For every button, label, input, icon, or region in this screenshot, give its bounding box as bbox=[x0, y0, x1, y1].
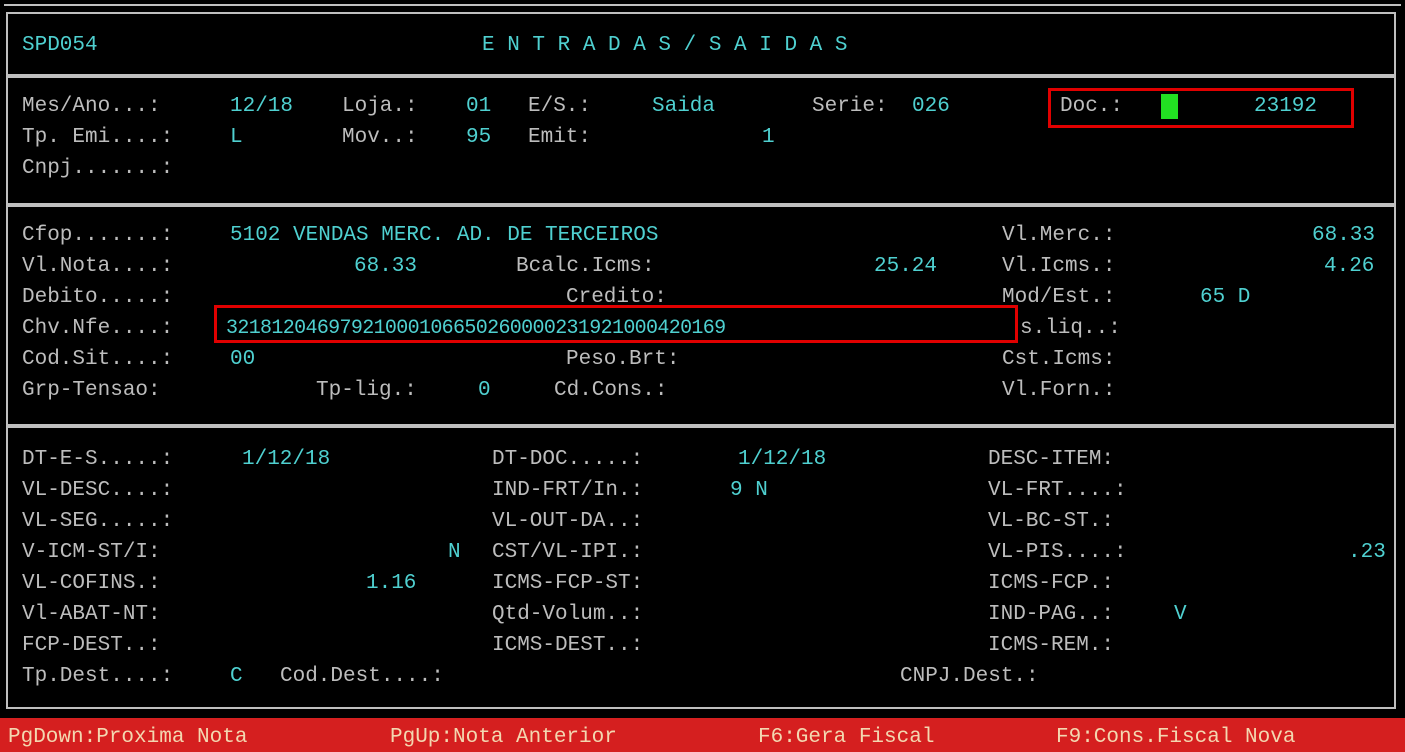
vl-merc-field[interactable]: 68.33 bbox=[1312, 220, 1375, 251]
vl-desc-label: VL-DESC....: bbox=[22, 479, 174, 502]
program-id: SPD054 bbox=[22, 34, 98, 57]
emit-label: Emit: bbox=[528, 126, 592, 149]
vl-pis-label: VL-PIS....: bbox=[988, 541, 1127, 564]
screen-title: E N T R A D A S / S A I D A S bbox=[482, 34, 848, 57]
mes-ano-field[interactable]: 12/18 bbox=[230, 91, 293, 122]
cnpj-label: Cnpj.......: bbox=[22, 157, 174, 180]
cod-dest-label: Cod.Dest....: bbox=[280, 665, 444, 688]
top-border bbox=[4, 4, 1401, 6]
serie-field[interactable]: 026 bbox=[912, 91, 950, 122]
debito-label: Debito.....: bbox=[22, 286, 174, 309]
icms-fcp-st-label: ICMS-FCP-ST: bbox=[492, 572, 644, 595]
cod-sit-label: Cod.Sit....: bbox=[22, 348, 174, 371]
mod-est-field[interactable]: 65 D bbox=[1200, 282, 1250, 313]
mod-est-label: Mod/Est.: bbox=[1002, 286, 1116, 309]
dt-doc-field[interactable]: 1/12/18 bbox=[738, 444, 826, 475]
cfop-field[interactable]: 5102 VENDAS MERC. AD. DE TERCEIROS bbox=[230, 220, 658, 251]
pgdown-next-note-key[interactable]: PgDown:Proxima Nota bbox=[8, 724, 247, 752]
dt-es-label: DT-E-S.....: bbox=[22, 448, 174, 471]
chv-nfe-highlight-box bbox=[214, 305, 1018, 343]
serie-label: Serie: bbox=[812, 95, 888, 118]
vl-icms-label: Vl.Icms.: bbox=[1002, 255, 1116, 278]
emit-field[interactable]: 1 bbox=[762, 122, 775, 153]
tp-dest-field[interactable]: C bbox=[230, 661, 243, 692]
doc-highlight-box bbox=[1048, 88, 1354, 128]
es-label: E/S.: bbox=[528, 95, 592, 118]
loja-field[interactable]: 01 bbox=[466, 91, 491, 122]
function-key-bar: PgDown:Proxima Nota PgUp:Nota Anterior F… bbox=[0, 718, 1405, 752]
v-icm-st-label: V-ICM-ST/I: bbox=[22, 541, 161, 564]
fcp-dest-label: FCP-DEST..: bbox=[22, 634, 161, 657]
vl-cofins-label: VL-COFINS.: bbox=[22, 572, 161, 595]
es-field[interactable]: Saida bbox=[652, 91, 715, 122]
vl-icms-field[interactable]: 4.26 bbox=[1324, 251, 1374, 282]
ind-pag-field[interactable]: V bbox=[1174, 599, 1187, 630]
cfop-label: Cfop.......: bbox=[22, 224, 174, 247]
mov-field[interactable]: 95 bbox=[466, 122, 491, 153]
icms-fcp-label: ICMS-FCP.: bbox=[988, 572, 1115, 595]
header-box: SPD054 E N T R A D A S / S A I D A S bbox=[6, 12, 1396, 76]
vl-nota-field[interactable]: 68.33 bbox=[354, 251, 417, 282]
vl-frt-label: VL-FRT....: bbox=[988, 479, 1127, 502]
vl-seg-label: VL-SEG.....: bbox=[22, 510, 174, 533]
vl-pis-field[interactable]: .23 bbox=[1348, 537, 1386, 568]
peso-brt-label: Peso.Brt: bbox=[566, 348, 680, 371]
bcalc-icms-field[interactable]: 25.24 bbox=[874, 251, 937, 282]
chv-nfe-label: Chv.Nfe....: bbox=[22, 317, 174, 340]
ind-frt-field[interactable]: 9 N bbox=[730, 475, 768, 506]
extra-fields-box: DT-E-S.....: 1/12/18 DT-DOC.....: 1/12/1… bbox=[6, 426, 1396, 709]
icms-dest-label: ICMS-DEST..: bbox=[492, 634, 644, 657]
cd-cons-label: Cd.Cons.: bbox=[554, 379, 668, 402]
ps-liq-label: s.liq..: bbox=[1020, 317, 1121, 340]
cod-sit-field[interactable]: 00 bbox=[230, 344, 255, 375]
f9-new-fiscal-query-key[interactable]: F9:Cons.Fiscal Nova bbox=[1056, 724, 1295, 752]
loja-label: Loja.: bbox=[342, 95, 418, 118]
mes-ano-label: Mes/Ano...: bbox=[22, 95, 161, 118]
tp-lig-label: Tp-lig.: bbox=[316, 379, 417, 402]
vl-cofins-field[interactable]: 1.16 bbox=[366, 568, 416, 599]
cnpj-dest-label: CNPJ.Dest.: bbox=[900, 665, 1039, 688]
dt-doc-label: DT-DOC.....: bbox=[492, 448, 644, 471]
f6-generate-fiscal-key[interactable]: F6:Gera Fiscal bbox=[758, 724, 934, 752]
vl-merc-label: Vl.Merc.: bbox=[1002, 224, 1116, 247]
dt-es-field[interactable]: 1/12/18 bbox=[242, 444, 330, 475]
pgup-previous-note-key[interactable]: PgUp:Nota Anterior bbox=[390, 724, 617, 752]
vl-abat-nt-label: Vl-ABAT-NT: bbox=[22, 603, 161, 626]
vl-out-da-label: VL-OUT-DA..: bbox=[492, 510, 644, 533]
icms-rem-label: ICMS-REM.: bbox=[988, 634, 1115, 657]
ind-frt-label: IND-FRT/In.: bbox=[492, 479, 644, 502]
vl-forn-label: Vl.Forn.: bbox=[1002, 379, 1116, 402]
bcalc-icms-label: Bcalc.Icms: bbox=[516, 255, 655, 278]
vl-nota-label: Vl.Nota....: bbox=[22, 255, 174, 278]
tp-dest-label: Tp.Dest....: bbox=[22, 665, 174, 688]
tp-emi-label: Tp. Emi....: bbox=[22, 126, 174, 149]
grp-tensao-label: Grp-Tensao: bbox=[22, 379, 161, 402]
desc-item-label: DESC-ITEM: bbox=[988, 448, 1115, 471]
ind-pag-label: IND-PAG..: bbox=[988, 603, 1115, 626]
tp-emi-field[interactable]: L bbox=[230, 122, 243, 153]
mov-label: Mov..: bbox=[342, 126, 418, 149]
terminal-screen: SPD054 E N T R A D A S / S A I D A S Mes… bbox=[0, 0, 1405, 752]
cst-icms-label: Cst.Icms: bbox=[1002, 348, 1116, 371]
vl-bc-st-label: VL-BC-ST.: bbox=[988, 510, 1115, 533]
cst-vl-ipi-label: CST/VL-IPI.: bbox=[492, 541, 644, 564]
qtd-volum-label: Qtd-Volum..: bbox=[492, 603, 644, 626]
tp-lig-field[interactable]: 0 bbox=[478, 375, 491, 406]
v-icm-st-field[interactable]: N bbox=[448, 537, 461, 568]
